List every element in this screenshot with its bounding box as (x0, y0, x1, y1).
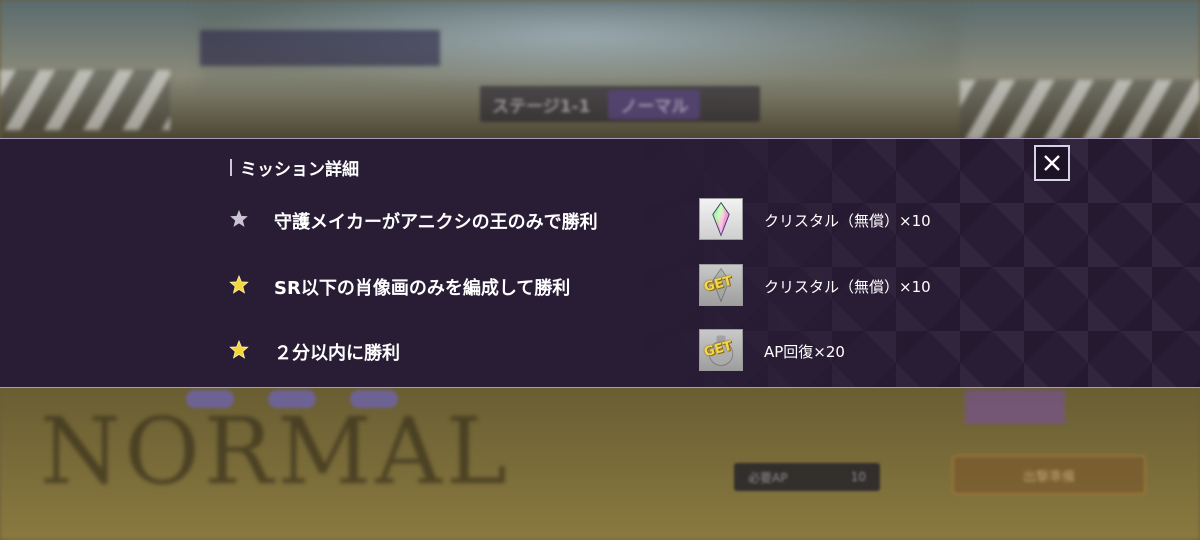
reward-icon-box: GET (699, 329, 743, 371)
mission-row: ２分以内に勝利 GET AP回復×20 (0, 329, 1200, 373)
mission-text: ２分以内に勝利 (274, 343, 400, 364)
close-icon (1044, 155, 1060, 171)
mission-row: 守護メイカーがアニクシの王のみで勝利 クリスタル（無償）×10 (0, 198, 1200, 242)
mission-text: 守護メイカーがアニクシの王のみで勝利 (274, 212, 598, 233)
star-icon-achieved (229, 339, 249, 359)
ap-cost-box: 必要AP 10 (734, 463, 880, 491)
mission-detail-panel: ミッション詳細 守護メイカーがアニクシの王のみで勝利 クリスタル（無償）×10 … (0, 138, 1200, 388)
mission-text: SR以下の肖像画のみを編成して勝利 (274, 278, 571, 299)
reward-text: AP回復×20 (764, 343, 845, 361)
background-stage-header: ステージ1-1 ノーマル (480, 86, 760, 122)
background-purple-card (965, 390, 1065, 424)
start-battle-button: 出撃準備 (952, 455, 1146, 495)
reward-text: クリスタル（無償）×10 (764, 278, 931, 296)
difficulty-title: NORMAL (40, 398, 511, 505)
ap-cost-label: 必要AP (748, 470, 788, 485)
panel-title: ミッション詳細 (230, 155, 359, 180)
background-stripes-right (960, 80, 1200, 140)
star-icon-pending (230, 209, 248, 227)
panel-title-text: ミッション詳細 (240, 160, 359, 180)
difficulty-pill: ノーマル (608, 89, 701, 119)
reward-text: クリスタル（無償）×10 (764, 212, 931, 230)
mission-row: SR以下の肖像画のみを編成して勝利 GET クリスタル（無償）×10 (0, 264, 1200, 308)
close-button[interactable] (1034, 145, 1070, 181)
stage-label: ステージ1-1 (492, 96, 591, 117)
star-icon-achieved (229, 274, 249, 294)
background-top-bar (200, 30, 440, 66)
reward-icon-box: GET (699, 264, 743, 306)
ap-cost-value: 10 (850, 470, 866, 484)
title-bar-divider (230, 159, 232, 176)
reward-icon-box (699, 198, 743, 240)
background-stripes-left (0, 70, 170, 130)
crystal-icon (712, 201, 730, 237)
